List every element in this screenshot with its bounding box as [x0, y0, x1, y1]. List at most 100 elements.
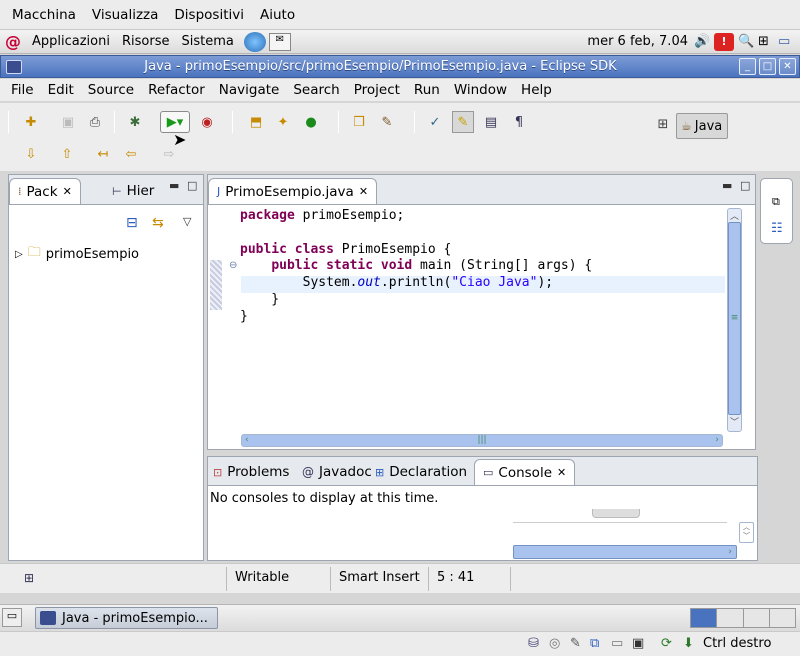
vbox-menu-visualizza[interactable]: Visualizza [84, 7, 167, 23]
close-icon[interactable]: ✕ [63, 185, 72, 198]
back-icon[interactable]: ⇦ [120, 143, 142, 165]
minimize-button[interactable]: _ [739, 58, 756, 75]
menu-navigate[interactable]: Navigate [212, 82, 287, 98]
show-whitespace-icon[interactable]: ¶ [508, 111, 530, 133]
workspace-3[interactable] [743, 609, 770, 627]
update-alert-icon[interactable]: ! [714, 32, 734, 51]
collapse-all-icon[interactable]: ⊟ [126, 215, 138, 231]
open-perspective-icon[interactable]: ⊞ [652, 113, 674, 135]
workspace-icon[interactable]: ▭ [778, 34, 800, 49]
window-titlebar[interactable]: Java - primoEsempio/src/primoEsempio/Pri… [0, 55, 800, 78]
java-perspective-button[interactable]: ☕ Java [676, 113, 728, 139]
print-icon[interactable]: ⎙ [84, 111, 106, 133]
clock[interactable]: mer 6 feb, 7.04 [587, 34, 694, 49]
scroll-thumb[interactable]: ≡ [728, 222, 741, 415]
external-tools-icon[interactable]: ◉ [196, 111, 218, 133]
fast-view-icon[interactable]: ⊞ [24, 571, 34, 585]
restore-icon[interactable]: ⧉ [772, 195, 780, 209]
maximize-button[interactable]: □ [759, 58, 776, 75]
debug-icon[interactable]: ✱ [124, 111, 146, 133]
menu-search[interactable]: Search [286, 82, 346, 98]
usb-icon[interactable]: ✎ [570, 636, 581, 651]
vbox-menu-aiuto[interactable]: Aiuto [252, 7, 303, 23]
new-java-project-icon[interactable]: ⬒ [245, 111, 267, 133]
scroll-right-icon[interactable]: › [715, 435, 719, 446]
workspace-4[interactable] [769, 609, 795, 627]
fold-collapse-icon[interactable]: ⊖ [229, 260, 237, 271]
horizontal-scrollbar[interactable]: ‹ ||| › [241, 434, 723, 447]
scroll-left-icon[interactable]: ‹ [245, 435, 249, 446]
display-icon[interactable]: ▣ [632, 636, 644, 651]
shared-folders-icon[interactable]: ▭ [611, 636, 623, 651]
workspace-1[interactable] [691, 609, 718, 627]
search-icon[interactable]: 🔍 [738, 34, 758, 49]
optical-drive-icon[interactable]: ◎ [549, 636, 560, 651]
vbox-menu-macchina[interactable]: Macchina [4, 7, 84, 23]
menu-project[interactable]: Project [347, 82, 407, 98]
mouse-integration-icon[interactable]: ⟳ [661, 636, 672, 651]
tab-problems[interactable]: ⊡ Problems [208, 459, 294, 485]
menu-window[interactable]: Window [447, 82, 514, 98]
tab-package-explorer[interactable]: ⁞ Pack ✕ [9, 178, 81, 204]
toggle-ant-icon[interactable]: ✓ [424, 111, 446, 133]
close-icon[interactable]: ✕ [557, 466, 566, 479]
tab-hierarchy[interactable]: ⊢ Hier [104, 178, 162, 204]
gnome-menu-sistema[interactable]: Sistema [175, 34, 239, 49]
block-selection-icon[interactable]: ▤ [480, 111, 502, 133]
close-icon[interactable]: ✕ [359, 185, 368, 198]
workspace-switcher[interactable] [690, 608, 796, 628]
code-editor[interactable]: package primoEsempio; public class Primo… [240, 208, 724, 430]
maximize-view-icon[interactable]: □ [740, 179, 750, 192]
console-horizontal-scrollbar[interactable]: › [513, 545, 737, 559]
menu-edit[interactable]: Edit [41, 82, 81, 98]
vbox-menu-dispositivi[interactable]: Dispositivi [166, 7, 252, 23]
gnome-menu-risorse[interactable]: Risorse [116, 34, 176, 49]
host-key-arrow-icon[interactable]: ⬇ [683, 636, 694, 651]
menu-run[interactable]: Run [407, 82, 447, 98]
new-wizard-icon[interactable]: ✚ [20, 111, 42, 133]
network-icon[interactable]: ⊞ [758, 34, 778, 49]
menu-file[interactable]: File [4, 82, 41, 98]
menu-source[interactable]: Source [81, 82, 141, 98]
mail-icon[interactable]: ✉ [268, 32, 291, 51]
scroll-down-icon[interactable]: ﹀ [728, 415, 741, 428]
search-tool-icon[interactable]: ✎ [376, 111, 398, 133]
tree-item[interactable]: ▷ 🗀 primoEsempio [15, 243, 139, 265]
tab-primoesempio-java[interactable]: J PrimoEsempio.java ✕ [208, 178, 378, 204]
scroll-up-icon[interactable]: ︿ [728, 209, 741, 222]
console-vertical-scrollbar[interactable]: ︿ ﹀ [739, 522, 754, 543]
minimize-view-icon[interactable]: ▬ [169, 179, 179, 192]
tab-console[interactable]: ▭ Console ✕ [474, 459, 576, 485]
view-menu-chevron-down-icon[interactable]: ▽ [183, 215, 191, 228]
next-annotation-icon[interactable]: ⇩ [20, 143, 42, 165]
debian-logo-icon[interactable]: @ [0, 32, 26, 51]
new-class-icon[interactable]: ● [300, 111, 322, 133]
tab-declaration[interactable]: ⊞ Declaration [370, 459, 472, 485]
outline-icon[interactable]: ☷ [771, 221, 783, 236]
minimize-view-icon[interactable]: ▬ [722, 179, 732, 192]
taskbar-window-button[interactable]: Java - primoEsempio... [35, 607, 218, 629]
show-desktop-icon[interactable]: ▭ [2, 608, 22, 627]
hard-disk-icon[interactable]: ⛁ [528, 636, 539, 651]
web-browser-icon[interactable] [243, 31, 266, 52]
eclipse-app-icon[interactable] [6, 59, 22, 74]
vertical-scrollbar[interactable]: ︿ ≡ ﹀ [727, 208, 742, 432]
console-input-area[interactable] [513, 522, 727, 543]
new-package-icon[interactable]: ✦ [272, 111, 294, 133]
volume-icon[interactable]: 🔊 [694, 34, 714, 49]
tab-javadoc[interactable]: @ Javadoc [296, 459, 378, 485]
menu-refactor[interactable]: Refactor [141, 82, 212, 98]
save-icon[interactable]: ▣ [57, 111, 79, 133]
gnome-menu-applicazioni[interactable]: Applicazioni [26, 34, 116, 49]
menu-help[interactable]: Help [514, 82, 559, 98]
maximize-view-icon[interactable]: □ [187, 179, 197, 192]
mark-occurrences-icon[interactable]: ✎ [452, 111, 474, 133]
tree-expand-icon[interactable]: ▷ [15, 249, 23, 260]
workspace-2[interactable] [717, 609, 744, 627]
link-editor-icon[interactable]: ⇆ [152, 215, 164, 231]
open-type-icon[interactable]: ❒ [348, 111, 370, 133]
last-edit-location-icon[interactable]: ↤ [92, 143, 114, 165]
network-adapter-icon[interactable]: ⧉ [590, 636, 599, 651]
previous-annotation-icon[interactable]: ⇧ [56, 143, 78, 165]
close-button[interactable]: ✕ [779, 58, 796, 75]
